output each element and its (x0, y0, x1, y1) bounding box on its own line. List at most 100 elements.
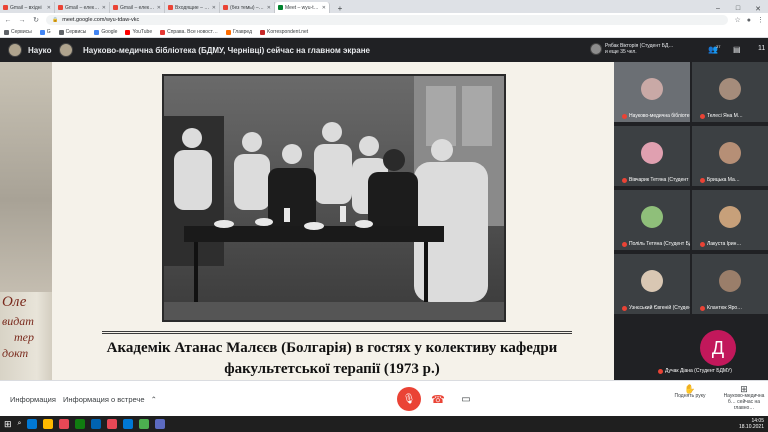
search-icon[interactable]: ⌕ (18, 420, 22, 428)
active-speaker-chip[interactable]: Рябак Вікторія (Студент БД… и еще 35 чел… (590, 43, 673, 55)
participant-name-row: Дучак Діана (Студент БДМУ) (658, 368, 732, 374)
bookmark-item[interactable]: G (39, 29, 51, 35)
camera-icon: ▭ (461, 393, 471, 405)
participant-name-row: Лакуста Ірин… (700, 241, 741, 247)
bookmark-item[interactable]: YouTube (125, 29, 152, 35)
participant-tile[interactable]: Науково-медична бібліотека (614, 62, 690, 122)
participant-name-row: Науково-медична бібліотека (622, 113, 690, 119)
close-tab-icon[interactable]: ✕ (322, 5, 326, 11)
mic-off-icon: 🎙 (402, 393, 416, 405)
participant-tile[interactable]: Лакуста Ірин… (692, 190, 768, 250)
participant-tile[interactable]: Телесі Яна М… (692, 62, 768, 122)
bookmark-item[interactable]: Korrespondent.net (260, 29, 308, 35)
bookmark-label: Korrespondent.net (267, 29, 309, 35)
side-text-1: Оле (2, 294, 27, 310)
mic-off-icon (700, 241, 705, 247)
menu-icon[interactable]: ⋮ (757, 16, 764, 24)
speaker-subtitle: и еще 35 чел. (605, 49, 637, 55)
participant-name-row: Клантюк Яро… (700, 305, 742, 311)
close-tab-icon[interactable]: ✕ (157, 5, 161, 11)
info-link[interactable]: Информация (10, 395, 56, 404)
mic-off-button[interactable]: 🎙 (397, 387, 421, 411)
participant-video (641, 206, 663, 228)
back-icon[interactable]: ← (4, 17, 12, 24)
close-tab-icon[interactable]: ✕ (267, 5, 271, 11)
taskbar-apps (27, 419, 166, 429)
taskbar-app-icon[interactable] (139, 419, 150, 429)
taskbar-app-icon[interactable] (123, 419, 134, 429)
browser-tab[interactable]: Gmail – електронна пошта…✕ (55, 2, 110, 13)
taskbar-app-icon[interactable] (75, 419, 86, 429)
tab-title: Gmail – електронна пошта з… (120, 4, 155, 11)
end-call-button[interactable]: ☎ (426, 387, 450, 411)
browser-tab-strip: Gmail – вхідні✕Gmail – електронна пошта…… (0, 0, 768, 13)
bookmark-item[interactable]: Главред (225, 29, 252, 35)
participant-name-row: Поліль Тетяна (Студент БДМУ) (622, 241, 690, 247)
bookmark-item[interactable]: Справа. Все новост… (160, 29, 218, 35)
close-tab-icon[interactable]: ✕ (102, 5, 106, 11)
raise-hand-button[interactable]: ✋ Поднять руку (668, 384, 712, 400)
chevron-up-icon: ⌃ (150, 395, 157, 404)
participant-grid: Науково-медична бібліотека Телесі Яна М… В… (614, 62, 768, 380)
meeting-info-link[interactable]: Информация о встрече ⌃ (63, 395, 157, 404)
participant-name: Телесі Яна М… (707, 113, 743, 119)
maximize-button[interactable]: □ (728, 5, 748, 13)
participant-video (719, 142, 741, 164)
url-text: meet.google.com/wyu-tdaw-vkc (62, 17, 140, 23)
participant-tile[interactable]: Узнєський Євгеній (Студент Б… (614, 254, 690, 314)
bookmark-item[interactable]: Google (94, 29, 117, 35)
taskbar-app-icon[interactable] (107, 419, 118, 429)
reload-icon[interactable]: ↻ (32, 16, 40, 24)
hand-icon: ✋ (684, 384, 696, 394)
browser-tab[interactable]: Gmail – електронна пошта з…✕ (110, 2, 165, 13)
browser-tab[interactable]: Gmail – вхідні ✕ (0, 2, 55, 13)
bookmark-icon (4, 29, 9, 35)
new-tab-button[interactable]: + (330, 4, 350, 13)
mic-off-icon (700, 305, 705, 311)
participant-name-row: Брицька Ма… (700, 177, 740, 183)
camera-button[interactable]: ▭ (454, 387, 478, 411)
browser-tab[interactable]: Входящие – 11antiplagiat111…✕ (165, 2, 220, 13)
bookmark-item[interactable]: Сервисы (4, 29, 32, 35)
address-bar[interactable]: 🔒 meet.google.com/wyu-tdaw-vkc (46, 15, 729, 25)
windows-start-icon[interactable]: ⊞ (4, 419, 12, 430)
participant-tile[interactable]: Вівчарик Тетяна (Студент БДМУ) (614, 126, 690, 186)
bookmark-item[interactable]: Сервисы (58, 29, 86, 35)
os-taskbar: ⊞ ⌕ 14:05 18.10.2021 (0, 416, 768, 432)
participant-tile[interactable]: Брицька Ма… (692, 126, 768, 186)
close-tab-icon[interactable]: ✕ (47, 5, 51, 11)
participant-tile[interactable]: Клантюк Яро… (692, 254, 768, 314)
account-icon[interactable]: ● (747, 17, 751, 24)
forward-icon[interactable]: → (18, 17, 26, 24)
browser-tab[interactable]: Meet – wyu-tdaw-vkc✕ (275, 2, 330, 13)
participant-tile[interactable]: Поліль Тетяна (Студент БДМУ) (614, 190, 690, 250)
side-text-3: тер (14, 330, 34, 344)
phone-hangup-icon: ☎ (431, 393, 445, 406)
minimize-button[interactable]: – (708, 5, 728, 13)
taskbar-app-icon[interactable] (155, 419, 166, 429)
star-icon[interactable]: ☆ (734, 16, 740, 24)
taskbar-app-icon[interactable] (59, 419, 70, 429)
chat-icon[interactable]: ▤ (733, 45, 741, 54)
bookmark-label: G (46, 29, 51, 35)
tab-title: Gmail – електронна пошта… (65, 4, 100, 11)
presentation-stage: Оле видат тер докт Академік Атанас Малєє… (0, 62, 614, 380)
meet-header: Науко Науково-медична бібліотека (БДМУ, … (0, 38, 768, 62)
slide: Академік Атанас Малєєв (Болгарія) в гост… (52, 62, 614, 380)
close-tab-icon[interactable]: ✕ (212, 5, 216, 11)
participant-name: Дучак Діана (Студент БДМУ) (665, 368, 732, 374)
participant-name-row: Узнєський Євгеній (Студент Б… (622, 305, 690, 311)
bookmark-icon (160, 29, 166, 35)
side-text-4: докт (2, 346, 29, 360)
browser-tab[interactable]: (без темы) – bulat.yul@bsmu.edu…✕ (220, 2, 275, 13)
participant-name: Узнєський Євгеній (Студент Б… (629, 305, 690, 311)
bookmarks-bar: Сервисы G Сервисы Google YouTube Справа. Все … (0, 27, 768, 38)
mic-off-icon (622, 305, 627, 311)
present-now-button[interactable]: ⊞ Науково-медична б… сейчас на главно… (720, 385, 768, 412)
tab-favicon (3, 5, 8, 10)
bookmark-icon (58, 29, 64, 35)
taskbar-app-icon[interactable] (43, 419, 54, 429)
taskbar-app-icon[interactable] (91, 419, 102, 429)
close-window-button[interactable]: ✕ (748, 5, 768, 13)
taskbar-app-icon[interactable] (27, 419, 38, 429)
